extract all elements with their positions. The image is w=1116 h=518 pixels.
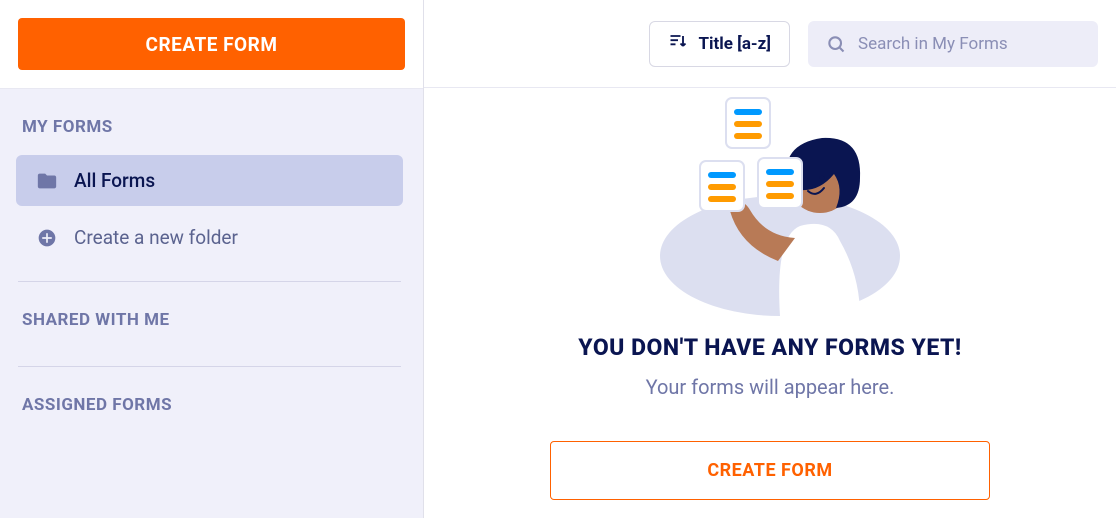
- sidebar-item-all-forms[interactable]: All Forms: [16, 155, 403, 206]
- search-icon: [826, 34, 846, 54]
- sidebar-item-label: All Forms: [74, 169, 155, 192]
- sidebar: CREATE FORM MY FORMS All Forms Create a …: [0, 0, 424, 518]
- plus-circle-icon: [36, 227, 58, 249]
- create-form-button[interactable]: CREATE FORM: [18, 18, 405, 70]
- toolbar: Title [a-z]: [424, 0, 1116, 88]
- section-header-assigned-forms[interactable]: ASSIGNED FORMS: [0, 367, 419, 433]
- main: Title [a-z]: [424, 0, 1116, 518]
- empty-subtitle: Your forms will appear here.: [646, 375, 895, 399]
- sort-label: Title [a-z]: [698, 34, 771, 54]
- sidebar-item-create-folder[interactable]: Create a new folder: [16, 212, 403, 263]
- folder-icon: [36, 170, 58, 192]
- sidebar-item-label: Create a new folder: [74, 226, 238, 249]
- search-box[interactable]: [808, 21, 1098, 67]
- sort-button[interactable]: Title [a-z]: [649, 21, 790, 67]
- sort-icon: [668, 31, 688, 56]
- empty-title: YOU DON'T HAVE ANY FORMS YET!: [578, 334, 961, 361]
- sidebar-top: CREATE FORM: [0, 0, 423, 89]
- sidebar-scroll[interactable]: MY FORMS All Forms Create a new folder S…: [0, 89, 423, 518]
- empty-state: YOU DON'T HAVE ANY FORMS YET! Your forms…: [424, 88, 1116, 518]
- section-header-my-forms: MY FORMS: [0, 89, 419, 155]
- empty-illustration: [630, 96, 910, 316]
- section-header-shared-with-me[interactable]: SHARED WITH ME: [0, 282, 419, 348]
- search-input[interactable]: [858, 34, 1080, 54]
- create-form-button-outline[interactable]: CREATE FORM: [550, 441, 990, 500]
